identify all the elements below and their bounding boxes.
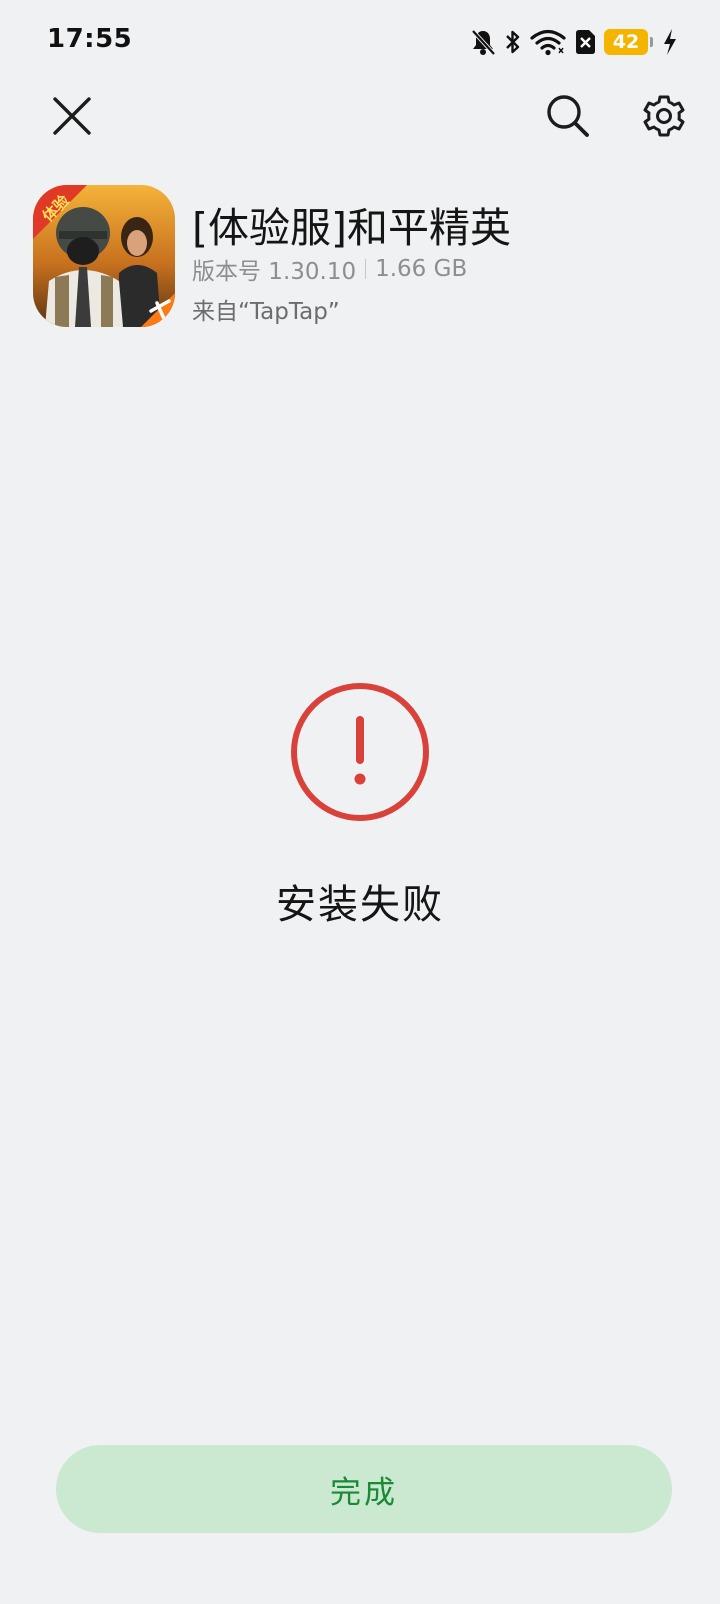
- bluetooth-icon: [504, 28, 522, 56]
- error-circle-icon: [288, 680, 432, 824]
- app-title: [体验服]和平精英: [192, 204, 511, 252]
- sim-off-icon: [574, 29, 596, 55]
- wifi-icon: [530, 28, 566, 56]
- search-icon: [547, 95, 589, 137]
- bell-off-icon: [470, 28, 496, 56]
- charging-bolt-icon: [662, 28, 678, 56]
- gear-icon: [643, 95, 685, 137]
- battery-icon: 42: [604, 29, 653, 55]
- search-button[interactable]: [538, 86, 598, 146]
- install-result-screen: 17:55 42 体验 [体验服]和平精英 版本号 1.30.10 1.66 G…: [0, 0, 720, 1604]
- install-status-text: 安装失败: [276, 882, 444, 928]
- status-time: 17:55: [47, 24, 133, 54]
- close-icon: [53, 97, 91, 135]
- status-icons: 42: [470, 22, 678, 62]
- status-bar: 17:55 42: [0, 0, 720, 82]
- battery-level: 42: [612, 31, 640, 53]
- done-button[interactable]: 完成: [56, 1445, 672, 1533]
- settings-button[interactable]: [634, 86, 694, 146]
- app-source: 来自“TapTap”: [192, 299, 340, 325]
- meta-divider: [365, 259, 367, 279]
- app-icon: 体验: [33, 185, 175, 327]
- app-meta: 版本号 1.30.10 1.66 GB: [192, 252, 467, 286]
- close-button[interactable]: [42, 86, 102, 146]
- app-version: 版本号 1.30.10: [192, 259, 357, 285]
- app-size: 1.66 GB: [375, 256, 468, 282]
